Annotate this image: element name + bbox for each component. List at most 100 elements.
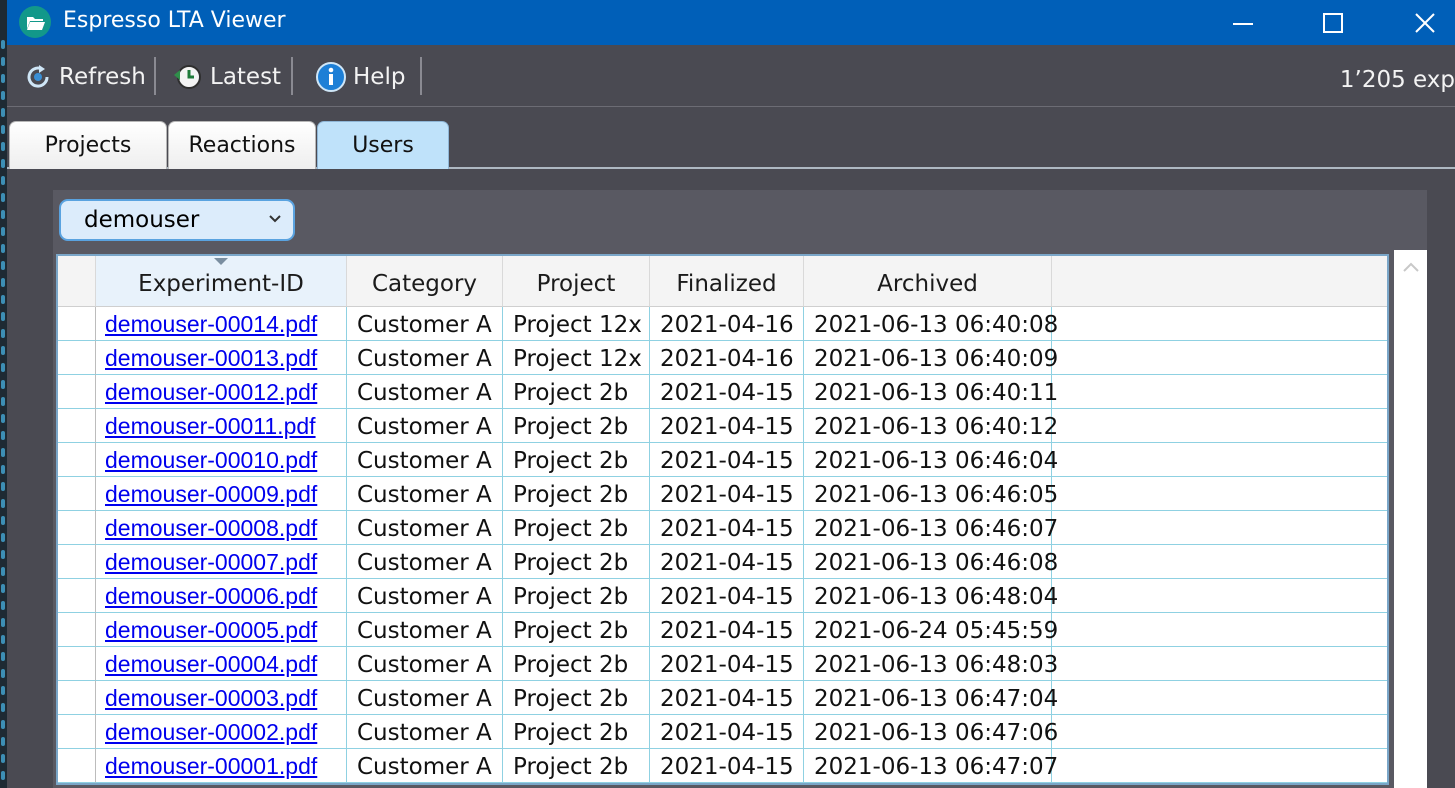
background-glyph [1, 74, 5, 83]
row-header-cell[interactable] [58, 749, 96, 783]
minimize-button[interactable] [1215, 0, 1271, 45]
pdf-link[interactable]: demouser-00001.pdf [96, 753, 317, 779]
row-header-cell[interactable] [58, 375, 96, 409]
row-header-cell[interactable] [58, 613, 96, 647]
row-header-cell[interactable] [58, 511, 96, 545]
category-cell: Customer A [347, 715, 503, 749]
close-icon [1415, 12, 1435, 33]
column-header-project[interactable]: Project [503, 256, 650, 307]
maximize-button[interactable] [1305, 0, 1361, 45]
background-glyph [1, 448, 5, 457]
category-cell: Customer A [347, 647, 503, 681]
filler-cell [1052, 715, 1387, 749]
user-select[interactable]: demouser [59, 199, 295, 241]
finalized-cell: 2021-04-15 [650, 681, 804, 715]
background-glyph [1, 125, 5, 134]
background-glyph [1, 227, 5, 236]
row-header-corner [58, 256, 96, 307]
finalized-cell: 2021-04-15 [650, 511, 804, 545]
filler-cell [1052, 511, 1387, 545]
row-header-cell[interactable] [58, 341, 96, 375]
category-cell: Customer A [347, 375, 503, 409]
pdf-link[interactable]: demouser-00007.pdf [96, 549, 317, 575]
experiment-id-link: demouser-00005.pdf [96, 613, 347, 647]
tab-projects[interactable]: Projects [9, 121, 167, 169]
pdf-link[interactable]: demouser-00005.pdf [96, 617, 317, 643]
pdf-link[interactable]: demouser-00008.pdf [96, 515, 317, 541]
title-bar: Espresso LTA Viewer [7, 0, 1455, 45]
background-glyph [1, 176, 5, 185]
background-glyph [1, 652, 5, 661]
pdf-link[interactable]: demouser-00004.pdf [96, 651, 317, 677]
background-glyph [1, 771, 5, 780]
tab-reactions[interactable]: Reactions [168, 121, 316, 169]
row-header-cell[interactable] [58, 579, 96, 613]
background-glyph [1, 737, 5, 746]
background-glyph [1, 720, 5, 729]
experiment-id-link: demouser-00002.pdf [96, 715, 347, 749]
latest-button[interactable]: Latest [172, 58, 281, 96]
filler-cell [1052, 409, 1387, 443]
toolbar-divider [420, 57, 422, 95]
finalized-cell: 2021-04-15 [650, 375, 804, 409]
archived-cell: 2021-06-13 06:48:04 [804, 579, 1058, 613]
help-label: Help [353, 64, 406, 90]
finalized-cell: 2021-04-16 [650, 341, 804, 375]
column-header-finalized[interactable]: Finalized [650, 256, 804, 307]
pdf-link[interactable]: demouser-00006.pdf [96, 583, 317, 609]
tab-users[interactable]: Users [317, 121, 449, 169]
pdf-link[interactable]: demouser-00012.pdf [96, 379, 317, 405]
row-header-cell[interactable] [58, 681, 96, 715]
pdf-link[interactable]: demouser-00002.pdf [96, 719, 317, 745]
pdf-link[interactable]: demouser-00010.pdf [96, 447, 317, 473]
background-glyph [1, 91, 5, 100]
column-header-experiment-id[interactable]: Experiment-ID [96, 256, 347, 307]
row-header-cell[interactable] [58, 477, 96, 511]
archived-cell: 2021-06-13 06:47:04 [804, 681, 1058, 715]
users-panel: demouser Experiment-ID Category Project … [53, 190, 1427, 788]
finalized-cell: 2021-04-15 [650, 545, 804, 579]
project-cell: Project 12x [503, 307, 650, 341]
filler-cell [1052, 681, 1387, 715]
row-header-cell[interactable] [58, 443, 96, 477]
pdf-link[interactable]: demouser-00014.pdf [96, 311, 317, 337]
experiment-id-link: demouser-00003.pdf [96, 681, 347, 715]
pdf-link[interactable]: demouser-00011.pdf [96, 413, 316, 439]
experiment-id-link: demouser-00004.pdf [96, 647, 347, 681]
scroll-up-arrow-icon[interactable] [1403, 262, 1419, 272]
refresh-button[interactable]: Refresh [23, 58, 146, 96]
close-button[interactable] [1397, 0, 1453, 45]
background-glyph [1, 363, 5, 372]
filler-cell [1052, 443, 1387, 477]
project-cell: Project 2b [503, 511, 650, 545]
background-glyph [1, 329, 5, 338]
row-header-cell[interactable] [58, 307, 96, 341]
help-button[interactable]: Help [315, 58, 405, 96]
category-cell: Customer A [347, 477, 503, 511]
pdf-link[interactable]: demouser-00009.pdf [96, 481, 317, 507]
experiment-id-link: demouser-00010.pdf [96, 443, 347, 477]
filler-cell [1052, 307, 1387, 341]
row-header-cell[interactable] [58, 545, 96, 579]
background-glyph [1, 635, 5, 644]
pdf-link[interactable]: demouser-00013.pdf [96, 345, 317, 371]
filler-cell [1052, 477, 1387, 511]
experiment-id-link: demouser-00008.pdf [96, 511, 347, 545]
background-glyph [1, 414, 5, 423]
archived-cell: 2021-06-13 06:47:06 [804, 715, 1058, 749]
background-glyph [1, 567, 5, 576]
vertical-scrollbar[interactable] [1394, 250, 1427, 788]
folder-open-icon [19, 6, 51, 38]
row-header-cell[interactable] [58, 715, 96, 749]
experiment-id-link: demouser-00009.pdf [96, 477, 347, 511]
project-cell: Project 2b [503, 443, 650, 477]
column-header-category[interactable]: Category [347, 256, 503, 307]
row-header-cell[interactable] [58, 647, 96, 681]
background-glyph [1, 703, 5, 712]
finalized-cell: 2021-04-16 [650, 307, 804, 341]
pdf-link[interactable]: demouser-00003.pdf [96, 685, 317, 711]
experiment-count: 1’205 exp [1339, 67, 1455, 93]
column-header-archived[interactable]: Archived [804, 256, 1052, 307]
background-glyph [1, 465, 5, 474]
row-header-cell[interactable] [58, 409, 96, 443]
